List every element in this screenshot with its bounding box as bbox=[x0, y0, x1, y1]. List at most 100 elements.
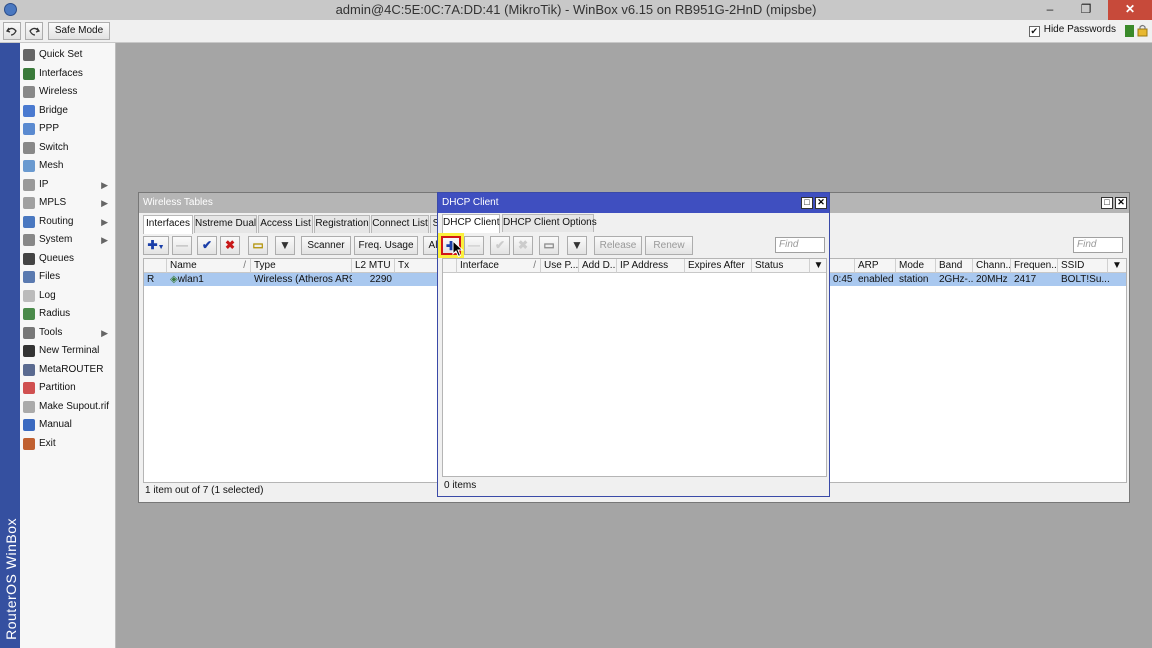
hide-passwords-label: Hide Passwords bbox=[1043, 24, 1116, 35]
restore-button[interactable]: ❐ bbox=[1072, 0, 1100, 20]
disable-button[interactable]: ✖ bbox=[220, 236, 240, 255]
column-header-mode[interactable]: Mode bbox=[896, 259, 936, 273]
sidebar-item-interfaces[interactable]: Interfaces bbox=[20, 65, 116, 83]
column-header-arp[interactable]: ARP bbox=[855, 259, 896, 273]
sidebar-item-manual[interactable]: Manual bbox=[20, 416, 116, 434]
enable-button[interactable]: ✔ bbox=[197, 236, 217, 255]
brand-label: RouterOS WinBox bbox=[3, 518, 19, 640]
column-header-use-peer-dns[interactable]: Use P... bbox=[541, 259, 579, 273]
connection-status-indicator bbox=[1125, 25, 1134, 37]
remove-button[interactable]: — bbox=[172, 236, 192, 255]
sidebar-item-log[interactable]: Log bbox=[20, 287, 116, 305]
plus-icon: ✚ bbox=[147, 238, 158, 252]
sidebar-item-label: System bbox=[39, 234, 73, 245]
column-header-status[interactable]: Status bbox=[752, 259, 810, 273]
sidebar-item-new-terminal[interactable]: New Terminal bbox=[20, 342, 116, 360]
column-header-channel-width[interactable]: Chann... bbox=[973, 259, 1011, 273]
close-button[interactable]: ✕ bbox=[1108, 0, 1152, 20]
column-header-l2mtu[interactable]: L2 MTU bbox=[352, 259, 395, 273]
sidebar-item-label: Interfaces bbox=[39, 67, 83, 79]
undo-icon bbox=[5, 27, 17, 36]
tab-connect-list[interactable]: Connect List bbox=[371, 215, 429, 233]
column-header-name[interactable]: Name / bbox=[167, 259, 251, 273]
column-header-flag[interactable] bbox=[144, 259, 167, 273]
close-icon[interactable]: ✕ bbox=[1115, 197, 1127, 209]
submenu-arrow-icon: ▶ bbox=[101, 198, 108, 208]
sidebar-item-wireless[interactable]: Wireless bbox=[20, 83, 116, 101]
sidebar-item-mpls[interactable]: MPLS ▶ bbox=[20, 194, 116, 212]
sidebar-item-mesh[interactable]: Mesh bbox=[20, 157, 116, 175]
sidebar-item-partition[interactable]: Partition bbox=[20, 379, 116, 397]
table-row[interactable]: R ◈wlan1 Wireless (Atheros AR9... 2290 bbox=[144, 273, 438, 286]
sidebar-item-routing[interactable]: Routing ▶ bbox=[20, 213, 116, 231]
release-button[interactable]: Release bbox=[594, 236, 642, 255]
remove-button[interactable]: — bbox=[464, 236, 484, 255]
disable-button[interactable]: ✖ bbox=[513, 236, 533, 255]
row-tail: 0:45 bbox=[833, 274, 853, 285]
tab-dhcp-client[interactable]: DHCP Client bbox=[442, 214, 500, 233]
checkbox-checked-icon: ✔ bbox=[1028, 26, 1040, 37]
table-row[interactable]: 0:45 enabled station 2GHz-... 20MHz 2417… bbox=[830, 273, 1126, 286]
system-icon bbox=[23, 234, 35, 246]
sidebar-item-exit[interactable]: Exit bbox=[20, 435, 116, 453]
wireless-find-input[interactable]: Find bbox=[1073, 237, 1123, 253]
minimize-button[interactable]: – bbox=[1036, 0, 1064, 20]
column-header-tx[interactable]: Tx bbox=[395, 259, 438, 273]
undo-button[interactable] bbox=[3, 22, 21, 40]
maximize-icon[interactable]: □ bbox=[1101, 197, 1113, 209]
tab-nstreme-dual[interactable]: Nstreme Dual bbox=[194, 215, 257, 233]
sidebar-item-ip[interactable]: IP ▶ bbox=[20, 176, 116, 194]
sidebar-item-bridge[interactable]: Bridge bbox=[20, 102, 116, 120]
sidebar-item-queues[interactable]: Queues bbox=[20, 250, 116, 268]
safe-mode-button[interactable]: Safe Mode bbox=[48, 22, 110, 40]
freq-usage-button[interactable]: Freq. Usage bbox=[354, 236, 418, 255]
sidebar-item-label: MPLS bbox=[39, 197, 67, 208]
sidebar-item-metarouter[interactable]: MetaROUTER bbox=[20, 361, 116, 379]
sidebar-item-switch[interactable]: Switch bbox=[20, 139, 116, 157]
row-l2mtu: 2290 bbox=[369, 274, 392, 285]
row-ssid: BOLT!Su... bbox=[1061, 274, 1110, 285]
renew-button[interactable]: Renew bbox=[645, 236, 693, 255]
column-chooser-button[interactable]: ▼ bbox=[1108, 259, 1126, 273]
dhcp-find-input[interactable]: Find bbox=[775, 237, 825, 253]
comment-button[interactable]: ▭ bbox=[248, 236, 268, 255]
ip-icon bbox=[23, 178, 35, 191]
dhcp-client-title[interactable]: DHCP Client bbox=[438, 193, 829, 213]
tab-access-list[interactable]: Access List bbox=[258, 215, 313, 233]
column-header-type[interactable]: Type bbox=[251, 259, 352, 273]
row-name: ◈wlan1 bbox=[170, 274, 204, 285]
sidebar-item-tools[interactable]: Tools ▶ bbox=[20, 324, 116, 342]
close-icon[interactable]: ✕ bbox=[815, 197, 827, 209]
sidebar-item-files[interactable]: Files bbox=[20, 268, 116, 286]
tab-dhcp-client-options[interactable]: DHCP Client Options bbox=[502, 214, 597, 232]
column-chooser-button[interactable]: ▼ bbox=[810, 259, 826, 273]
tab-interfaces[interactable]: Interfaces bbox=[143, 215, 193, 234]
sidebar-item-system[interactable]: System ▶ bbox=[20, 231, 116, 249]
column-header-flag[interactable] bbox=[443, 259, 457, 273]
sidebar-item-make-supout-rif[interactable]: Make Supout.rif bbox=[20, 398, 116, 416]
wireless-button-bar: ✚▼ — ✔ ✖ ▭ ▼ Scanner Freq. Usage Al bbox=[143, 236, 463, 256]
column-header-interface[interactable]: Interface / bbox=[457, 259, 541, 273]
sidebar-item-radius[interactable]: Radius bbox=[20, 305, 116, 323]
scanner-button[interactable]: Scanner bbox=[301, 236, 351, 255]
column-header-band[interactable]: Band bbox=[936, 259, 973, 273]
enable-button[interactable]: ✔ bbox=[490, 236, 510, 255]
redo-button[interactable] bbox=[25, 22, 43, 40]
column-header-hidden[interactable] bbox=[830, 259, 855, 273]
column-header-expires-after[interactable]: Expires After bbox=[685, 259, 752, 273]
column-header-ip-address[interactable]: IP Address bbox=[617, 259, 685, 273]
tab-registration[interactable]: Registration bbox=[314, 215, 370, 233]
comment-button[interactable]: ▭ bbox=[539, 236, 559, 255]
column-header-ssid[interactable]: SSID bbox=[1058, 259, 1108, 273]
sidebar-item-ppp[interactable]: PPP bbox=[20, 120, 116, 138]
sidebar-item-quick-set[interactable]: Quick Set bbox=[20, 46, 116, 64]
dhcp-button-bar: ✚ — ✔ ✖ ▭ ▼ Release Renew bbox=[441, 236, 741, 256]
add-button[interactable]: ✚▼ bbox=[143, 236, 169, 255]
filter-button[interactable]: ▼ bbox=[275, 236, 295, 255]
column-header-frequency[interactable]: Frequen... bbox=[1011, 259, 1058, 273]
maximize-icon[interactable]: □ bbox=[801, 197, 813, 209]
filter-button[interactable]: ▼ bbox=[567, 236, 587, 255]
hide-passwords-checkbox[interactable]: ✔ Hide Passwords bbox=[1028, 24, 1116, 37]
row-band: 2GHz-... bbox=[939, 274, 973, 285]
column-header-add-default-route[interactable]: Add D... bbox=[579, 259, 617, 273]
